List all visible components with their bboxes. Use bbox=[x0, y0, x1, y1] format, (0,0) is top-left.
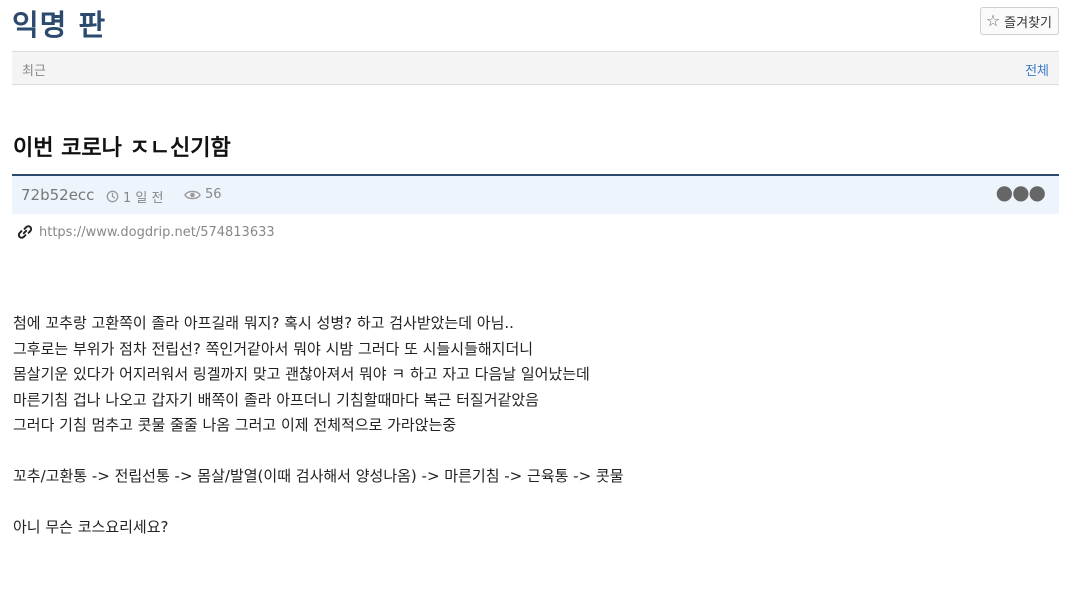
tabs-bar: 최근 전체 bbox=[12, 51, 1059, 85]
body-line: 몸살기운 있다가 어지러워서 링겔까지 맞고 괜찮아져서 뭐야 ㅋ 하고 자고 … bbox=[13, 365, 590, 383]
post-body: 첨에 꼬추랑 고환쪽이 졸라 아프길래 뭐지? 혹시 성병? 하고 검사받았는데… bbox=[13, 311, 624, 541]
body-line: 첨에 꼬추랑 고환쪽이 졸라 아프길래 뭐지? 혹시 성병? 하고 검사받았는데… bbox=[13, 314, 514, 332]
post-time: 1 일 전 bbox=[106, 187, 163, 206]
post-url-row: https://www.dogdrip.net/574813633 bbox=[17, 224, 275, 240]
author-name[interactable]: 72b52ecc bbox=[21, 186, 94, 204]
post-title: 이번 코로나 ㅈㄴ신기함 bbox=[13, 136, 231, 161]
body-line: 그러다 기침 멈추고 콧물 줄줄 나옴 그러고 이제 전체적으로 가라앉는중 bbox=[13, 416, 457, 434]
clock-icon bbox=[106, 190, 119, 203]
post-url-link[interactable]: https://www.dogdrip.net/574813633 bbox=[39, 225, 275, 240]
body-line: 꼬추/고환통 -> 전립선통 -> 몸살/발열(이때 검사해서 양성나옴) ->… bbox=[13, 467, 624, 485]
tab-all[interactable]: 전체 bbox=[1025, 60, 1049, 79]
post-views: 56 bbox=[184, 187, 222, 202]
post-meta-bar: 72b52ecc 1 일 전 56 ●●● bbox=[12, 174, 1059, 214]
body-line: 아니 무슨 코스요리세요? bbox=[13, 518, 169, 536]
post-time-text: 1 일 전 bbox=[123, 191, 164, 206]
body-line: 그후로는 부위가 점차 전립선? 쪽인거같아서 뭐야 시밤 그러다 또 시들시들… bbox=[13, 339, 534, 358]
star-outline-icon: ☆ bbox=[985, 11, 1001, 30]
favorite-label: 즐겨찾기 bbox=[1004, 15, 1052, 31]
eye-icon bbox=[184, 190, 201, 199]
board-title[interactable]: 익명 판 bbox=[12, 2, 106, 44]
more-dots-icon[interactable]: ●●● bbox=[996, 180, 1046, 204]
body-line: 마른기침 겁나 나오고 갑자기 배쪽이 졸라 아프더니 기침할때마다 복근 터질… bbox=[13, 390, 539, 409]
link-icon bbox=[17, 225, 33, 239]
post-views-count: 56 bbox=[205, 187, 222, 202]
favorite-button[interactable]: ☆ 즐겨찾기 bbox=[979, 7, 1059, 35]
tab-recent[interactable]: 최근 bbox=[22, 60, 46, 79]
